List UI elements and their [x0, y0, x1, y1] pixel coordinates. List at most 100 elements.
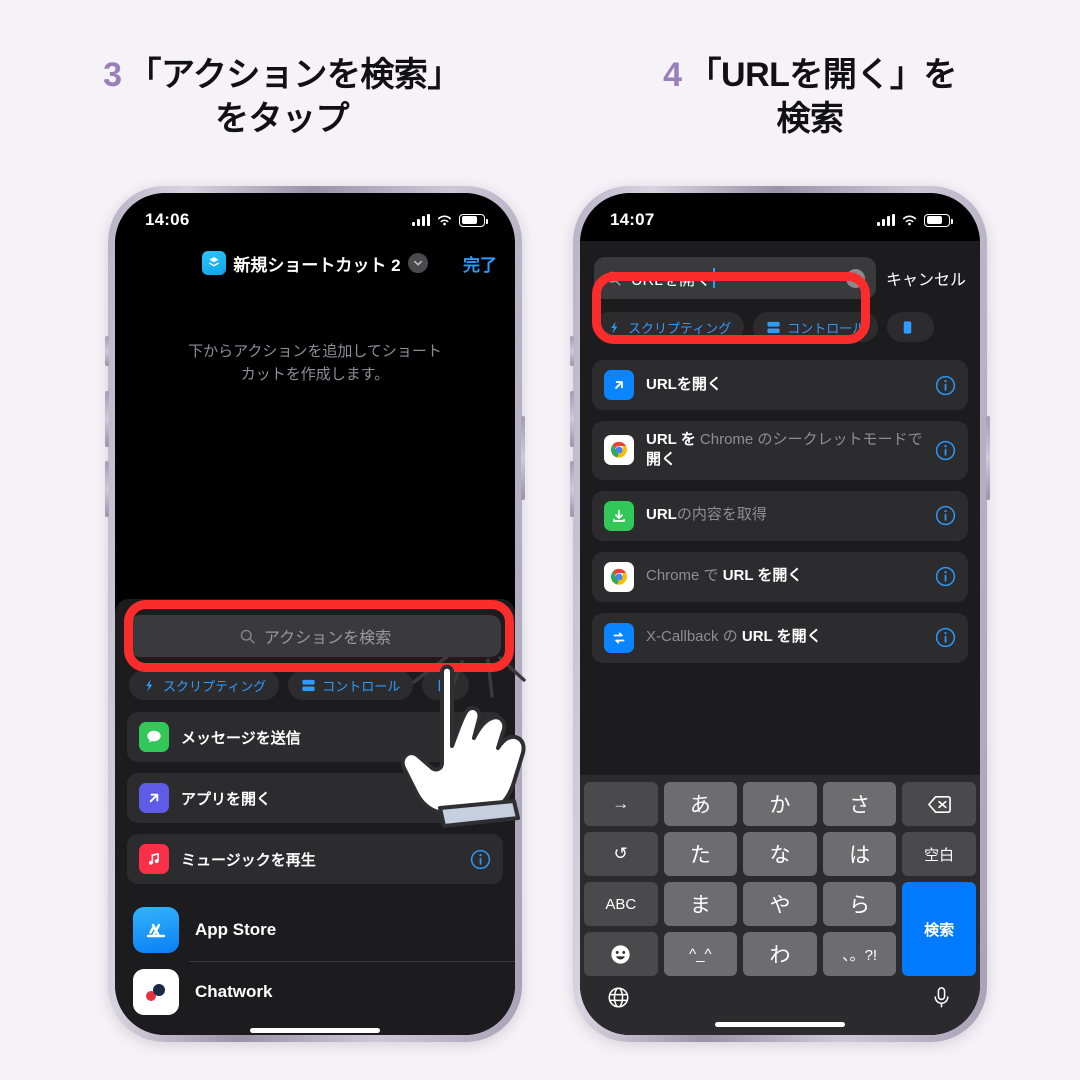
- clear-icon[interactable]: [845, 268, 865, 288]
- search-results-list: URLを開く URL を Chrome のシークレットモードで開く URLの内容を取…: [580, 352, 980, 663]
- result-row[interactable]: URL を Chrome のシークレットモードで開く: [592, 421, 968, 480]
- key-search[interactable]: 検索: [902, 882, 976, 976]
- power-button[interactable]: [521, 416, 525, 500]
- key-ka[interactable]: か: [743, 782, 817, 826]
- key-kaomoji[interactable]: ^_^: [663, 932, 738, 976]
- home-indicator: [250, 1028, 380, 1033]
- search-actions-input[interactable]: URLを開く: [594, 257, 876, 299]
- scripting-icon: [146, 678, 153, 692]
- search-icon: [240, 629, 255, 644]
- result-row[interactable]: X-Callback の URL を開く: [592, 612, 968, 663]
- chip-control[interactable]: コントロール: [288, 670, 414, 700]
- delete-icon: [927, 795, 951, 813]
- app-row-app-store[interactable]: App Store: [115, 899, 515, 961]
- done-button[interactable]: 完了: [463, 251, 497, 276]
- volume-up-button[interactable]: [105, 391, 109, 447]
- step-heading-4: 4 「URLを開く」を 検索: [556, 54, 1064, 141]
- control-icon: [302, 679, 315, 691]
- step-number: 3: [103, 56, 122, 94]
- key-wa[interactable]: わ: [743, 932, 817, 976]
- apps-list: App Store Chatwork: [115, 895, 515, 1023]
- chip-label: スクリプティング: [628, 320, 732, 336]
- microphone-icon[interactable]: [929, 985, 954, 1010]
- key-ha[interactable]: は: [822, 832, 897, 876]
- key-arrow-right[interactable]: →: [584, 782, 658, 826]
- key-space[interactable]: 空白: [902, 832, 976, 876]
- key-sa[interactable]: さ: [822, 782, 897, 826]
- search-value: URLを開く: [631, 272, 712, 289]
- chevron-down-icon[interactable]: [407, 253, 428, 273]
- status-bar-right: 14:07: [580, 193, 980, 241]
- pointing-hand-cursor: [400, 664, 526, 828]
- info-button[interactable]: [935, 627, 956, 648]
- key-ra[interactable]: ら: [822, 882, 897, 926]
- battery-icon: [924, 213, 953, 227]
- japanese-keyboard[interactable]: → あ か さ ↺ た な は 空白 ABC ま や ら 検索 ^_^ わ 、。…: [580, 775, 980, 1035]
- search-placeholder: アクションを検索: [263, 630, 392, 647]
- home-indicator: [715, 1022, 845, 1027]
- key-ma[interactable]: ま: [663, 882, 738, 926]
- info-icon[interactable]: [935, 566, 956, 587]
- step-heading-line2: をタップ: [215, 99, 350, 138]
- battery-icon: [459, 213, 488, 227]
- globe-icon[interactable]: [606, 985, 631, 1010]
- info-button[interactable]: [935, 566, 956, 587]
- search-sheet: URLを開く キャンセル スクリプティング コントロール URLを開く URL …: [580, 241, 980, 1035]
- info-icon[interactable]: [935, 627, 956, 648]
- key-delete[interactable]: [902, 782, 976, 826]
- result-row[interactable]: Chrome で URL を開く: [592, 551, 968, 602]
- wifi-icon: [902, 215, 917, 225]
- app-label: App Store: [195, 920, 277, 939]
- empty-state-message: 下からアクションを追加してショート カットを作成します。: [115, 285, 515, 386]
- iphone-mockup-right: 14:07 URLを開く キャンセル スクリプティング コントロール URLを開…: [570, 186, 990, 1042]
- info-button[interactable]: [935, 440, 956, 461]
- chip-scripting[interactable]: スクリプティング: [594, 312, 745, 342]
- status-time: 14:06: [145, 210, 190, 229]
- mute-switch[interactable]: [105, 336, 109, 366]
- screen-right: 14:07 URLを開く キャンセル スクリプティング コントロール URLを開…: [580, 193, 980, 1035]
- app-label: Chatwork: [195, 982, 273, 1001]
- key-emoji[interactable]: [584, 932, 658, 976]
- music-icon: [139, 844, 169, 874]
- info-button[interactable]: [935, 505, 956, 526]
- step-heading-line1: 「URLを開く」を: [687, 56, 958, 94]
- key-na[interactable]: な: [743, 832, 817, 876]
- key-a[interactable]: あ: [663, 782, 738, 826]
- info-button[interactable]: [935, 375, 956, 396]
- key-undo[interactable]: ↺: [584, 832, 658, 876]
- info-icon[interactable]: [935, 375, 956, 396]
- status-time: 14:07: [610, 210, 655, 229]
- result-row[interactable]: URLの内容を取得: [592, 490, 968, 541]
- scripting-icon: [611, 320, 618, 334]
- key-punctuation[interactable]: 、。?!: [822, 932, 897, 976]
- info-icon[interactable]: [935, 505, 956, 526]
- chip-scripting[interactable]: スクリプティング: [129, 670, 280, 700]
- key-abc[interactable]: ABC: [584, 882, 658, 926]
- key-ya[interactable]: や: [743, 882, 817, 926]
- app-row-chatwork[interactable]: Chatwork: [115, 961, 515, 1023]
- result-label: URLを開く: [646, 375, 722, 393]
- result-row[interactable]: URLを開く: [592, 360, 968, 410]
- volume-up-button[interactable]: [570, 391, 574, 447]
- search-row: URLを開く キャンセル: [580, 241, 980, 299]
- chrome-icon: [604, 435, 634, 466]
- empty-state-line1: 下からアクションを追加してショート: [188, 343, 442, 360]
- chip-label: コントロール: [787, 320, 866, 336]
- navigation-bar: 新規ショートカット 2 完了: [115, 241, 515, 285]
- volume-down-button[interactable]: [105, 461, 109, 517]
- mute-switch[interactable]: [570, 336, 574, 366]
- chip-control[interactable]: コントロール: [753, 312, 879, 342]
- action-row[interactable]: ミュージックを再生: [127, 834, 503, 884]
- power-button[interactable]: [986, 416, 990, 500]
- key-ta[interactable]: た: [663, 832, 738, 876]
- action-label: ミュージックを再生: [181, 851, 316, 869]
- cancel-button[interactable]: キャンセル: [886, 266, 966, 290]
- status-bar-left: 14:06: [115, 193, 515, 241]
- info-icon[interactable]: [935, 440, 956, 461]
- info-icon[interactable]: [470, 849, 491, 870]
- result-label: URLの内容を取得: [646, 506, 767, 524]
- control-icon: [767, 321, 780, 333]
- volume-down-button[interactable]: [570, 461, 574, 517]
- chip-device[interactable]: [887, 312, 935, 342]
- category-chip-row-right[interactable]: スクリプティング コントロール: [580, 299, 980, 352]
